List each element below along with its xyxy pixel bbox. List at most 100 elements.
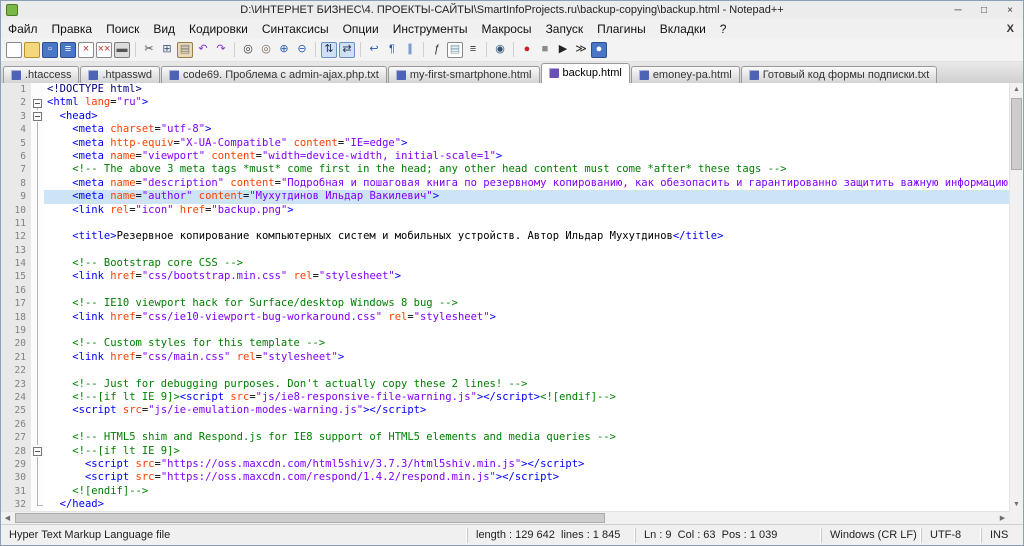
menu-item-0[interactable]: Файл [1, 21, 45, 37]
code-text[interactable]: <!-- HTML5 shim and Respond.js for IE8 s… [44, 431, 1009, 444]
line-number[interactable]: 2 [1, 96, 31, 110]
code-text[interactable]: <link href="css/ie10-viewport-bug-workar… [44, 311, 1009, 324]
paste-icon[interactable]: ▤ [177, 41, 193, 58]
tab-0[interactable]: .htaccess [3, 66, 80, 83]
code-text[interactable]: <script src="https://oss.maxcdn.com/html… [44, 458, 1009, 471]
copy-icon[interactable]: ⊞ [159, 42, 175, 58]
maximize-button[interactable]: □ [971, 2, 997, 19]
close-button[interactable]: × [997, 2, 1023, 19]
line-number[interactable]: 11 [1, 216, 31, 231]
line-number[interactable]: 15 [1, 270, 31, 284]
code-text[interactable]: <meta name="viewport" content="width=dev… [44, 150, 1009, 163]
word-wrap-icon[interactable]: ↩ [366, 42, 382, 58]
line-number[interactable]: 20 [1, 337, 31, 351]
code-text[interactable] [44, 324, 1009, 337]
code-text[interactable]: <meta http-equiv="X-UA-Compatible" conte… [44, 137, 1009, 150]
code-text[interactable]: <!--[if lt IE 9]> [44, 445, 1009, 458]
code-text[interactable]: <!-- The above 3 meta tags *must* come f… [44, 163, 1009, 176]
code-text[interactable]: </head> [44, 498, 1009, 511]
close-icon[interactable]: × [78, 41, 94, 58]
code-text[interactable]: <meta charset="utf-8"> [44, 123, 1009, 136]
code-text[interactable] [44, 364, 1009, 377]
line-number[interactable]: 23 [1, 377, 31, 391]
line-number[interactable]: 6 [1, 149, 31, 164]
menu-item-5[interactable]: Синтаксисы [255, 21, 336, 37]
function-list-icon[interactable]: ƒ [429, 42, 445, 58]
zoom-in-icon[interactable]: ⊕ [276, 42, 292, 58]
line-number[interactable]: 4 [1, 123, 31, 137]
line-number[interactable]: 27 [1, 431, 31, 445]
code-text[interactable]: <!-- Just for debugging purposes. Don't … [44, 378, 1009, 391]
scroll-left-arrow-icon[interactable]: ◀ [1, 512, 14, 524]
menu-item-6[interactable]: Опции [336, 21, 386, 37]
code-text[interactable]: <!--[if lt IE 9]><script src="js/ie8-res… [44, 391, 1009, 404]
line-number[interactable]: 13 [1, 243, 31, 258]
line-number[interactable]: 18 [1, 310, 31, 325]
fold-collapse-icon[interactable] [33, 112, 42, 122]
vertical-scrollbar[interactable]: ▲ ▼ [1009, 83, 1023, 511]
fold-collapse-icon[interactable] [33, 447, 42, 457]
tab-1[interactable]: .htpasswd [80, 66, 160, 83]
save-icon[interactable]: ▫ [42, 41, 58, 58]
line-number[interactable]: 26 [1, 417, 31, 432]
indent-guide-icon[interactable]: ∥ [402, 42, 418, 58]
code-text[interactable]: <![endif]--> [44, 485, 1009, 498]
line-number[interactable]: 32 [1, 498, 31, 511]
code-text[interactable]: <script src="js/ie-emulation-modes-warni… [44, 404, 1009, 417]
line-number[interactable]: 25 [1, 404, 31, 418]
code-text[interactable]: <link href="css/bootstrap.min.css" rel="… [44, 270, 1009, 283]
code-area[interactable]: 1 <!DOCTYPE html> 2 <html lang="ru"> 3 <head… [1, 83, 1009, 511]
line-number[interactable]: 3 [1, 109, 31, 124]
sync-vertical-scrolling-icon[interactable]: ⇅ [321, 41, 337, 58]
line-number[interactable]: 21 [1, 350, 31, 365]
save-all-icon[interactable]: ≡ [60, 41, 76, 58]
line-number[interactable]: 10 [1, 203, 31, 217]
code-text[interactable]: <title>Резервное копирование компьютерны… [44, 230, 1009, 243]
tab-4[interactable]: backup.html [540, 63, 630, 83]
find-icon[interactable]: ◎ [240, 42, 256, 58]
line-number[interactable]: 28 [1, 444, 31, 458]
line-number[interactable]: 8 [1, 176, 31, 191]
code-text[interactable]: <head> [44, 110, 1009, 123]
menubar-close-x-button[interactable]: X [998, 23, 1023, 35]
scroll-right-arrow-icon[interactable]: ▶ [996, 512, 1009, 524]
line-number[interactable]: 24 [1, 390, 31, 405]
line-number[interactable]: 29 [1, 457, 31, 472]
line-number[interactable]: 16 [1, 283, 31, 298]
stop-recording-icon[interactable]: ■ [537, 42, 553, 58]
scroll-up-arrow-icon[interactable]: ▲ [1010, 83, 1023, 96]
tab-5[interactable]: emoney-pa.html [630, 66, 740, 83]
menu-item-10[interactable]: Плагины [590, 21, 653, 37]
tab-6[interactable]: Готовый код формы подписки.txt [740, 66, 938, 83]
line-number[interactable]: 14 [1, 257, 31, 271]
scroll-down-arrow-icon[interactable]: ▼ [1010, 498, 1023, 511]
menu-item-12[interactable]: ? [713, 21, 734, 37]
tab-3[interactable]: my-first-smartphone.html [387, 66, 540, 83]
code-text[interactable]: <!-- Custom styles for this template --> [44, 337, 1009, 350]
menu-item-2[interactable]: Поиск [99, 21, 146, 37]
menu-item-11[interactable]: Вкладки [653, 21, 713, 37]
sync-horizontal-scrolling-icon[interactable]: ⇄ [339, 41, 355, 58]
code-text[interactable]: <!-- IE10 viewport hack for Surface/desk… [44, 297, 1009, 310]
fold-toggle[interactable] [31, 444, 44, 459]
line-number[interactable]: 31 [1, 484, 31, 499]
close-all-icon[interactable]: ×× [96, 41, 112, 58]
save-recorded-macro-icon[interactable]: ● [591, 41, 607, 58]
line-number[interactable]: 19 [1, 324, 31, 338]
new-file-icon[interactable] [6, 41, 22, 58]
horizontal-scroll-thumb[interactable] [15, 513, 605, 523]
code-text[interactable] [44, 418, 1009, 431]
line-number[interactable]: 12 [1, 230, 31, 244]
code-text[interactable] [44, 284, 1009, 297]
line-number[interactable]: 30 [1, 471, 31, 485]
menu-item-1[interactable]: Правка [45, 21, 100, 37]
document-switcher-icon[interactable]: ≡ [465, 42, 481, 58]
horizontal-scrollbar[interactable]: ◀ ▶ [1, 511, 1009, 524]
replace-icon[interactable]: ◎ [258, 42, 274, 58]
vertical-scroll-thumb[interactable] [1011, 98, 1022, 170]
code-text[interactable]: <html lang="ru"> [44, 96, 1009, 109]
code-text-current-line[interactable]: <meta name="author" content="Мухутдинов … [44, 190, 1009, 204]
code-text[interactable]: <!DOCTYPE html> [44, 83, 1009, 96]
line-number[interactable]: 17 [1, 297, 31, 311]
line-number[interactable]: 22 [1, 364, 31, 378]
